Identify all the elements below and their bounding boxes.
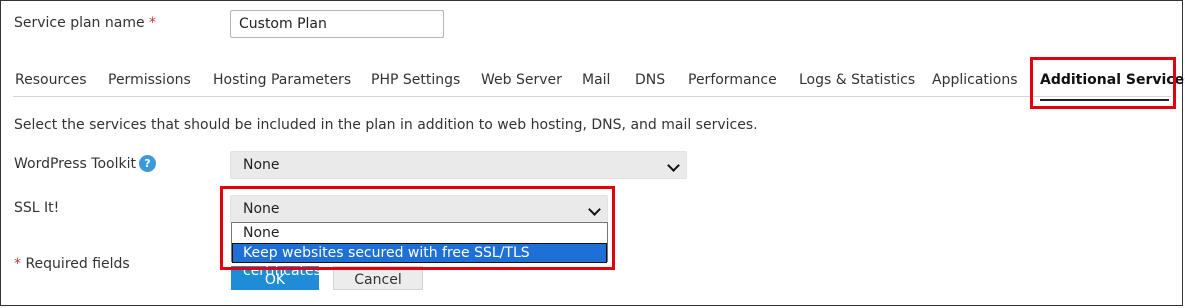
description-text: Select the services that should be inclu…	[14, 117, 758, 133]
tab-mail[interactable]: Mail	[582, 72, 610, 88]
wp-toolkit-select-value: None	[243, 157, 280, 173]
ssl-it-label: SSL It!	[14, 200, 60, 216]
wp-toolkit-label: WordPress Toolkit	[14, 156, 136, 172]
tab-logs-statistics[interactable]: Logs & Statistics	[799, 72, 915, 88]
tab-permissions[interactable]: Permissions	[108, 72, 191, 88]
highlight-box-ssl-it	[220, 186, 615, 270]
wp-toolkit-select[interactable]: None	[230, 151, 687, 179]
tab-resources[interactable]: Resources	[15, 72, 87, 88]
tab-applications[interactable]: Applications	[932, 72, 1018, 88]
tab-performance[interactable]: Performance	[688, 72, 777, 88]
highlight-box-additional-services	[1030, 57, 1176, 109]
plan-name-label: Service plan name *	[14, 15, 156, 31]
tab-web-server[interactable]: Web Server	[481, 72, 562, 88]
required-star: *	[14, 256, 21, 272]
tabs-divider	[13, 96, 1171, 97]
required-fields-text: Required fields	[25, 256, 130, 272]
chevron-down-icon	[667, 159, 680, 172]
plan-name-input[interactable]: Custom Plan	[230, 10, 444, 38]
help-icon[interactable]: ?	[139, 155, 156, 172]
tab-php-settings[interactable]: PHP Settings	[371, 72, 460, 88]
required-star: *	[149, 15, 157, 31]
tab-hosting-parameters[interactable]: Hosting Parameters	[213, 72, 351, 88]
tab-dns[interactable]: DNS	[635, 72, 665, 88]
required-fields-note: * Required fields	[14, 256, 130, 272]
plan-name-label-text: Service plan name	[14, 15, 145, 31]
